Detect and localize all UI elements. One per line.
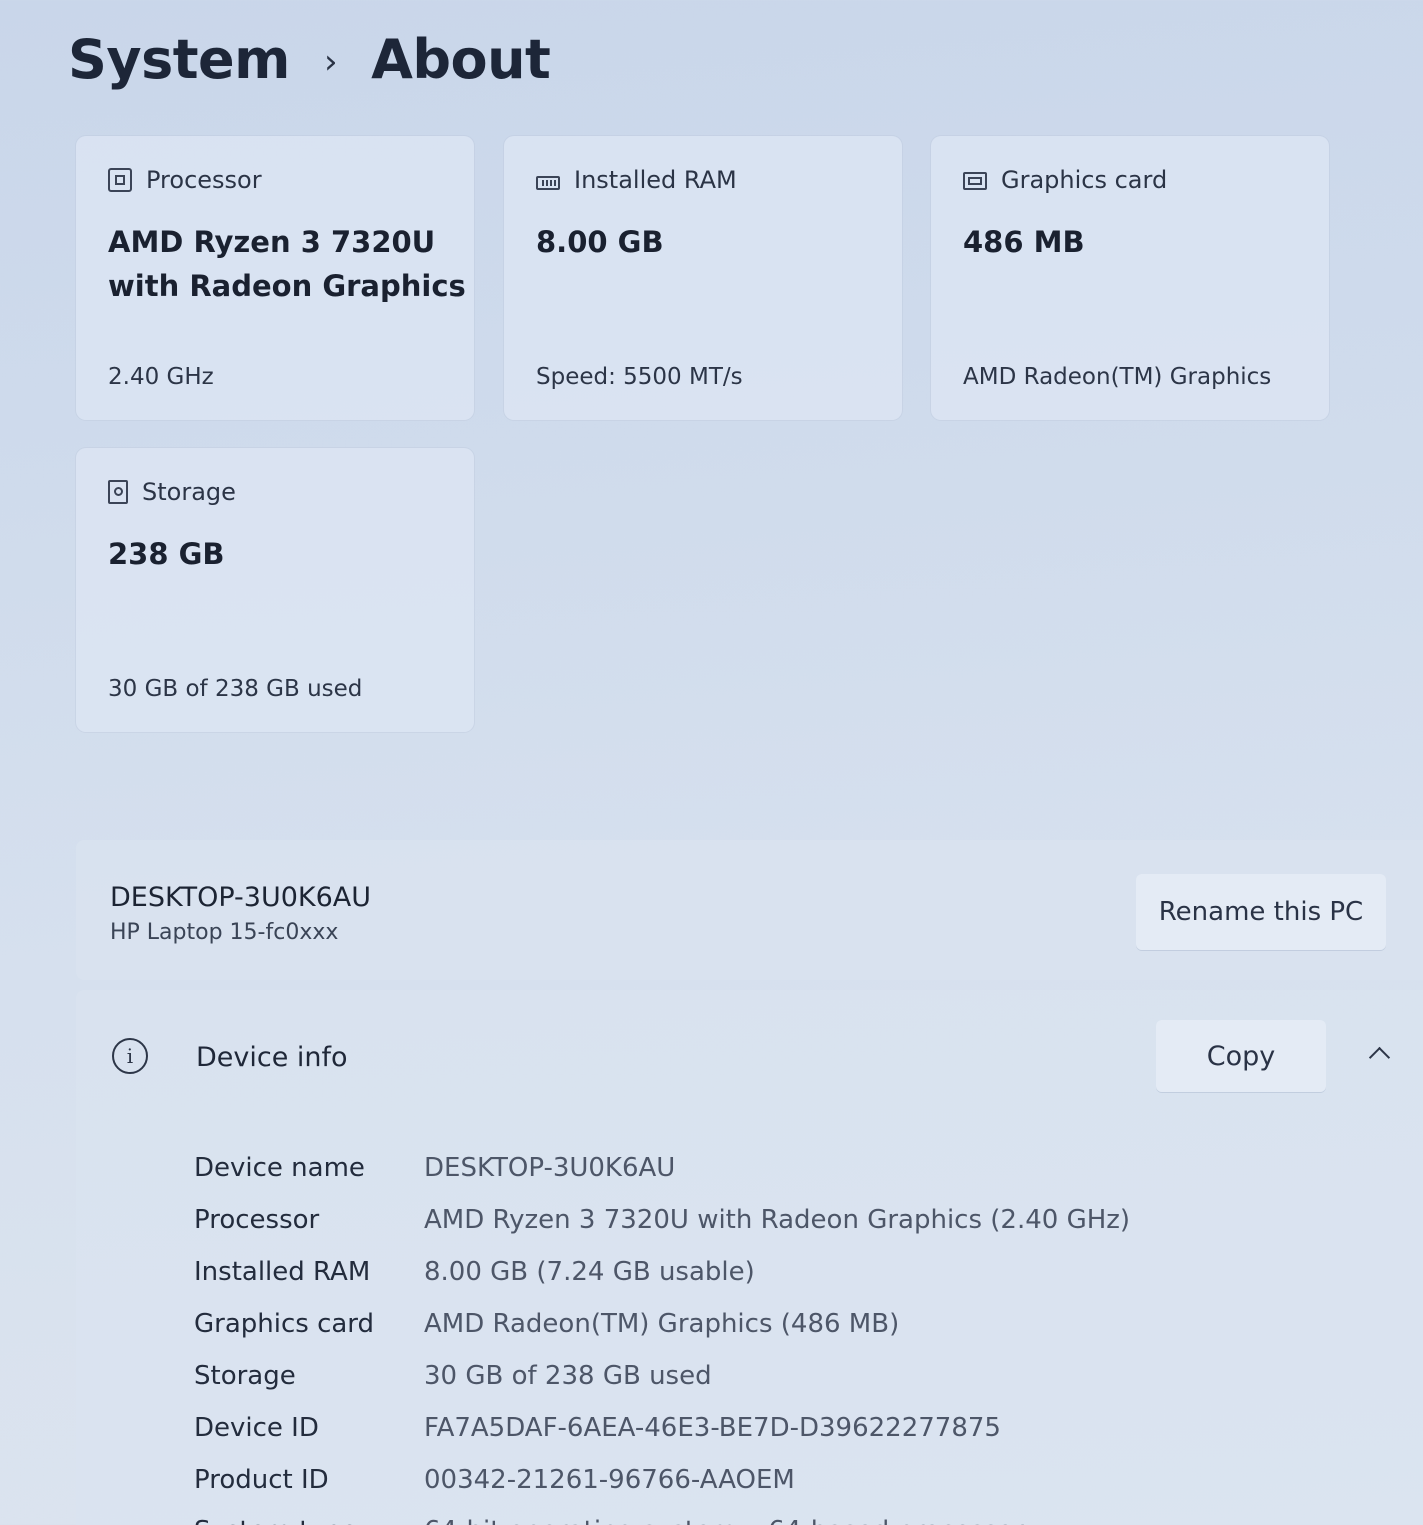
spec-label: Device name — [194, 1153, 365, 1183]
breadcrumb-separator-icon: › — [323, 41, 338, 82]
pc-name: DESKTOP-3U0K6AU — [110, 882, 372, 913]
breadcrumb-system[interactable]: System — [68, 28, 290, 91]
spec-row-system-type: System type 64-bit operating system, x64… — [194, 1506, 1130, 1525]
processor-card: Processor AMD Ryzen 3 7320U with Radeon … — [76, 136, 474, 420]
pc-name-panel: DESKTOP-3U0K6AU HP Laptop 15-fc0xxx Rena… — [76, 840, 1423, 980]
processor-icon — [108, 168, 132, 192]
spec-row-device-id: Device ID FA7A5DAF-6AEA-46E3-BE7D-D39622… — [194, 1402, 1130, 1454]
chevron-up-icon[interactable] — [1368, 1042, 1388, 1062]
storage-card-sub: 30 GB of 238 GB used — [108, 676, 363, 702]
storage-card-title: Storage — [142, 478, 236, 506]
copy-button[interactable]: Copy — [1156, 1020, 1326, 1092]
spec-label: Installed RAM — [194, 1257, 371, 1287]
spec-value[interactable]: AMD Radeon(TM) Graphics (486 MB) — [424, 1309, 899, 1339]
rename-pc-button[interactable]: Rename this PC — [1136, 874, 1386, 950]
ram-card: Installed RAM 8.00 GB Speed: 5500 MT/s — [504, 136, 902, 420]
spec-value[interactable]: 30 GB of 238 GB used — [424, 1361, 712, 1391]
spec-label: Processor — [194, 1205, 320, 1235]
ram-card-sub: Speed: 5500 MT/s — [536, 364, 743, 390]
storage-icon — [108, 480, 128, 504]
graphics-card-title: Graphics card — [1001, 166, 1168, 194]
ram-card-value: 8.00 GB — [536, 225, 664, 259]
graphics-card-header: Graphics card — [963, 166, 1167, 194]
spec-value[interactable]: 00342-21261-96766-AAOEM — [424, 1465, 795, 1495]
spec-row-product-id: Product ID 00342-21261-96766-AAOEM — [194, 1454, 1130, 1506]
processor-card-title: Processor — [146, 166, 262, 194]
storage-card: Storage 238 GB 30 GB of 238 GB used — [76, 448, 474, 732]
spec-label: System type — [194, 1516, 424, 1525]
spec-value[interactable]: AMD Ryzen 3 7320U with Radeon Graphics (… — [424, 1205, 1130, 1235]
ram-card-header: Installed RAM — [536, 166, 737, 194]
storage-card-value: 238 GB — [108, 537, 225, 571]
spec-row-device-name: Device name DESKTOP-3U0K6AU — [194, 1142, 1130, 1194]
spec-value[interactable]: DESKTOP-3U0K6AU — [424, 1153, 675, 1183]
page-title: About — [371, 28, 551, 91]
storage-card-header: Storage — [108, 478, 236, 506]
graphics-card-sub: AMD Radeon(TM) Graphics — [963, 364, 1272, 390]
breadcrumb: System › About — [68, 28, 551, 91]
ram-card-title: Installed RAM — [574, 166, 737, 194]
spec-label: Product ID — [194, 1465, 329, 1495]
graphics-card-value: 486 MB — [963, 225, 1085, 259]
spec-value[interactable]: 64-bit operating system, x64-based proce… — [424, 1516, 1024, 1525]
device-info-panel: i Device info Copy Device name DESKTOP-3… — [76, 990, 1423, 1525]
graphics-card-icon — [963, 172, 987, 190]
spec-row-processor: Processor AMD Ryzen 3 7320U with Radeon … — [194, 1194, 1130, 1246]
processor-card-header: Processor — [108, 166, 262, 194]
spec-row-graphics-card: Graphics card AMD Radeon(TM) Graphics (4… — [194, 1298, 1130, 1350]
processor-card-sub: 2.40 GHz — [108, 364, 214, 390]
processor-card-value: AMD Ryzen 3 7320U with Radeon Graphics — [108, 225, 466, 303]
spec-label: Graphics card — [194, 1309, 375, 1339]
ram-icon — [536, 175, 560, 190]
spec-row-storage: Storage 30 GB of 238 GB used — [194, 1350, 1130, 1402]
info-icon: i — [112, 1038, 148, 1074]
spec-value[interactable]: FA7A5DAF-6AEA-46E3-BE7D-D39622277875 — [424, 1413, 1001, 1443]
pc-model: HP Laptop 15-fc0xxx — [110, 920, 339, 945]
spec-label: Storage — [194, 1361, 296, 1391]
graphics-card: Graphics card 486 MB AMD Radeon(TM) Grap… — [931, 136, 1329, 420]
device-spec-list: Device name DESKTOP-3U0K6AU Processor AM… — [194, 1142, 1130, 1525]
spec-label: Device ID — [194, 1413, 319, 1443]
device-info-title[interactable]: Device info — [196, 1042, 348, 1073]
spec-value[interactable]: 8.00 GB (7.24 GB usable) — [424, 1257, 755, 1287]
spec-row-installed-ram: Installed RAM 8.00 GB (7.24 GB usable) — [194, 1246, 1130, 1298]
